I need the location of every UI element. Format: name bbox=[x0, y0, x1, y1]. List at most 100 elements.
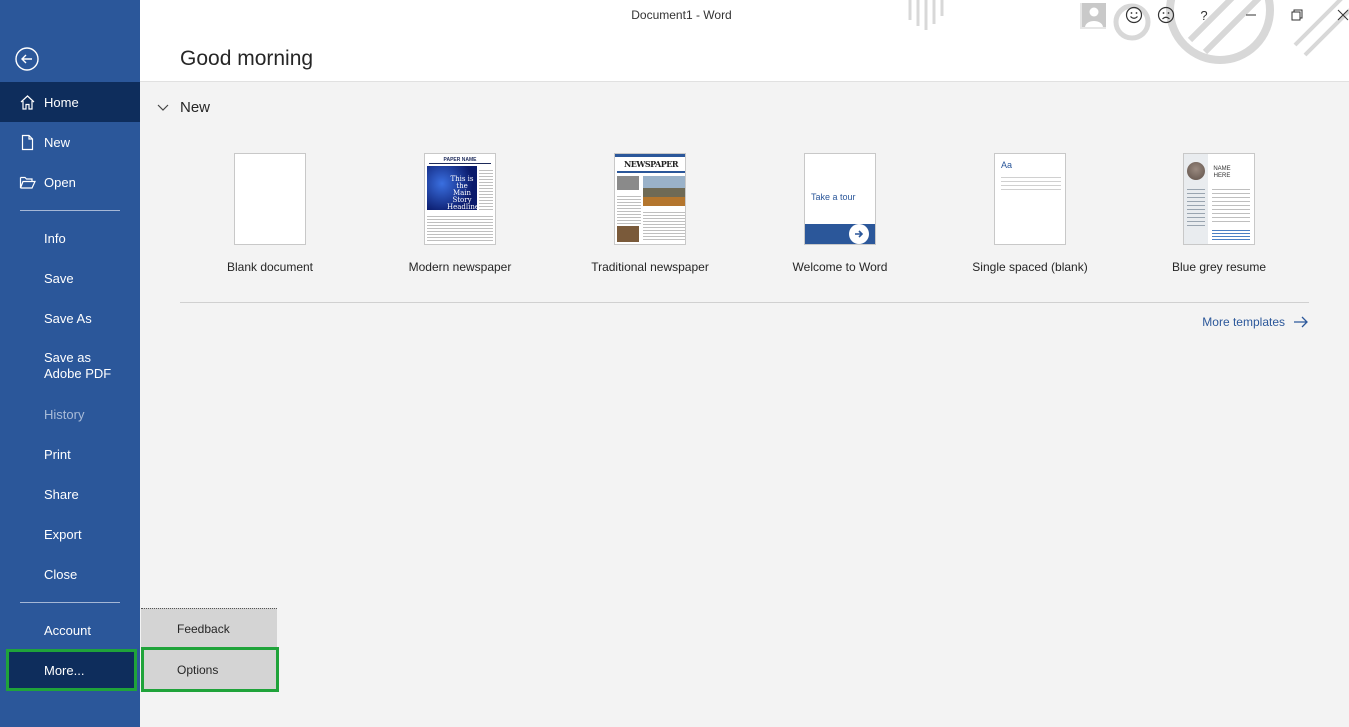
template-label: Traditional newspaper bbox=[591, 260, 709, 274]
nav-save-as-adobe-pdf[interactable]: Save as Adobe PDF bbox=[0, 346, 140, 386]
back-button[interactable] bbox=[14, 46, 40, 72]
nav-home[interactable]: Home bbox=[0, 82, 140, 122]
account-picture[interactable] bbox=[1081, 3, 1107, 27]
nav-account[interactable]: Account bbox=[0, 610, 140, 650]
nav-label: Home bbox=[44, 94, 79, 110]
arrow-right-icon bbox=[1294, 316, 1308, 328]
thumb-text-lines bbox=[1001, 174, 1061, 190]
thumb-aa: Aa bbox=[1001, 160, 1013, 170]
section-divider bbox=[180, 302, 1309, 303]
template-modern-newspaper[interactable]: PAPER NAME This is the Main Story Headli… bbox=[365, 153, 555, 274]
template-label: Blank document bbox=[226, 260, 314, 274]
more-templates-link[interactable]: More templates bbox=[1202, 315, 1309, 329]
thumb-photo bbox=[1187, 162, 1205, 180]
nav-label: Print bbox=[44, 446, 71, 462]
more-templates-label: More templates bbox=[1202, 315, 1285, 329]
new-section-toggle[interactable]: New bbox=[156, 99, 210, 116]
nav-more[interactable]: More... bbox=[6, 649, 137, 691]
thumb-photo-small bbox=[617, 176, 639, 190]
open-folder-icon bbox=[19, 176, 36, 189]
template-thumbnail: NAME HERE bbox=[1183, 153, 1255, 245]
flyout-label: Options bbox=[177, 662, 219, 677]
flyout-options[interactable]: Options bbox=[141, 647, 279, 692]
nav-close[interactable]: Close bbox=[0, 554, 140, 594]
nav-separator bbox=[20, 602, 120, 603]
thumb-text-lines bbox=[1212, 186, 1250, 222]
nav-info[interactable]: Info bbox=[0, 218, 140, 258]
window-title: Document1 - Word bbox=[631, 8, 732, 22]
nav-label: Save As bbox=[44, 310, 92, 326]
help-button[interactable]: ? bbox=[1191, 4, 1217, 26]
smiley-face-icon bbox=[1125, 6, 1143, 24]
minimize-icon bbox=[1246, 14, 1256, 16]
thumb-top-bar bbox=[615, 154, 685, 157]
template-single-spaced-blank[interactable]: Aa Single spaced (blank) bbox=[935, 153, 1125, 274]
template-thumbnail: Aa bbox=[994, 153, 1066, 245]
nav-print[interactable]: Print bbox=[0, 434, 140, 474]
restore-button[interactable] bbox=[1284, 4, 1310, 26]
template-label: Modern newspaper bbox=[408, 260, 512, 274]
question-mark-icon: ? bbox=[1200, 7, 1208, 23]
template-thumbnail: NEWSPAPER bbox=[614, 153, 686, 245]
nav-label: Close bbox=[44, 566, 78, 582]
template-blue-grey-resume[interactable]: NAME HERE Blue grey resume bbox=[1124, 153, 1314, 274]
nav-label: History bbox=[44, 406, 85, 422]
new-document-icon bbox=[21, 134, 34, 151]
flyout-label: Feedback bbox=[177, 621, 230, 636]
nav-label: More... bbox=[44, 662, 85, 678]
nav-label: Save bbox=[44, 270, 74, 286]
nav-label: Export bbox=[44, 526, 82, 542]
nav-save-as[interactable]: Save As bbox=[0, 298, 140, 338]
template-label: Blue grey resume bbox=[1171, 260, 1267, 274]
nav-open[interactable]: Open bbox=[0, 162, 140, 202]
thumb-tour-text: Take a tour bbox=[811, 192, 856, 202]
nav-label: Save as Adobe PDF bbox=[44, 350, 112, 381]
restore-icon bbox=[1291, 9, 1303, 21]
thumb-photo-small bbox=[617, 226, 639, 242]
template-traditional-newspaper[interactable]: NEWSPAPER Traditional newspaper bbox=[555, 153, 745, 274]
thumb-banner: PAPER NAME bbox=[429, 157, 491, 164]
nav-label: Account bbox=[44, 622, 91, 638]
template-thumbnail bbox=[234, 153, 306, 245]
template-label: Single spaced (blank) bbox=[972, 260, 1088, 274]
thumb-rule bbox=[617, 171, 685, 173]
back-arrow-icon bbox=[15, 47, 39, 71]
thumb-sidebar-lines bbox=[479, 168, 493, 210]
thumb-photo bbox=[643, 176, 685, 206]
thumb-text-lines bbox=[643, 210, 685, 242]
template-blank-document[interactable]: Blank document bbox=[175, 153, 365, 274]
template-thumbnail: Take a tour bbox=[804, 153, 876, 245]
nav-history: History bbox=[0, 394, 140, 434]
section-title: New bbox=[180, 99, 211, 116]
thumb-name: NAME HERE bbox=[1213, 166, 1231, 179]
send-smile-button[interactable] bbox=[1121, 4, 1147, 26]
thumb-banner: NEWSPAPER bbox=[623, 159, 679, 169]
home-icon bbox=[20, 95, 35, 110]
nav-label: Info bbox=[44, 230, 66, 246]
nav-save[interactable]: Save bbox=[0, 258, 140, 298]
arrow-right-circle-icon bbox=[849, 224, 869, 244]
thumb-text-lines bbox=[427, 214, 493, 242]
template-thumbnail: PAPER NAME This is the Main Story Headli… bbox=[424, 153, 496, 245]
nav-label: Share bbox=[44, 486, 79, 502]
nav-export[interactable]: Export bbox=[0, 514, 140, 554]
close-window-button[interactable] bbox=[1330, 4, 1349, 26]
nav-label: Open bbox=[44, 174, 76, 190]
thumb-blue-lines bbox=[1212, 228, 1250, 240]
chevron-down-icon bbox=[157, 104, 169, 111]
nav-share[interactable]: Share bbox=[0, 474, 140, 514]
more-flyout-menu: Feedback Options bbox=[141, 608, 279, 692]
flyout-feedback[interactable]: Feedback bbox=[141, 608, 277, 648]
minimize-button[interactable] bbox=[1238, 4, 1264, 26]
user-avatar-icon bbox=[1082, 3, 1106, 27]
nav-new[interactable]: New bbox=[0, 122, 140, 162]
thumb-text-lines bbox=[617, 194, 641, 224]
frowning-face-icon bbox=[1157, 6, 1175, 24]
template-welcome-to-word[interactable]: Take a tour Welcome to Word bbox=[745, 153, 935, 274]
nav-separator bbox=[20, 210, 120, 211]
thumb-headline: This is the Main Story Headline bbox=[447, 175, 480, 211]
template-label: Welcome to Word bbox=[792, 260, 888, 274]
close-icon bbox=[1337, 9, 1349, 21]
send-frown-button[interactable] bbox=[1153, 4, 1179, 26]
thumb-side-lines bbox=[1187, 186, 1205, 226]
